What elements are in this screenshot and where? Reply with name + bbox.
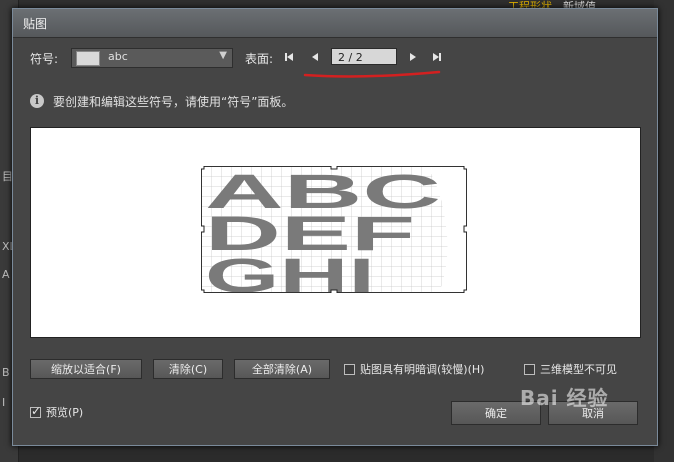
preview-checkbox[interactable]: ✓: [30, 404, 42, 418]
surface-label: 表面:: [245, 52, 274, 66]
resize-handle[interactable]: [463, 225, 467, 233]
resize-handle[interactable]: [330, 289, 338, 293]
shade-artwork-label: 贴图具有明暗调(较慢)(H): [360, 363, 485, 376]
background-letter: B: [2, 366, 10, 379]
resize-handle[interactable]: [201, 225, 205, 233]
shade-artwork-checkbox[interactable]: [344, 364, 355, 375]
resize-handle[interactable]: [330, 166, 338, 170]
clear-all-button[interactable]: 全部清除(A): [234, 359, 330, 379]
resize-handle[interactable]: [201, 166, 205, 170]
invisible-geometry-label: 三维模型不可见: [540, 363, 617, 376]
surface-page-field[interactable]: 2 / 2: [331, 48, 397, 65]
background-letter: A: [2, 268, 10, 281]
fit-button[interactable]: 缩放以适合(F): [30, 359, 142, 379]
clear-button[interactable]: 清除(C): [153, 359, 223, 379]
preview-label: 预览(P): [46, 406, 84, 419]
artwork-preview-area[interactable]: ABC DEF GHI: [30, 127, 641, 338]
background-letter: I: [2, 396, 6, 409]
symbol-select[interactable]: abc ▼: [71, 48, 233, 68]
resize-handle[interactable]: [463, 166, 467, 170]
symbol-label: 符号:: [30, 52, 59, 66]
dialog-title: 贴图: [23, 17, 48, 31]
map-art-dialog: 贴图 符号: abc ▼ 表面: 2 / 2 i 要创建和编辑这些符号，请使用“…: [12, 8, 658, 446]
resize-handle[interactable]: [463, 289, 467, 293]
mapped-artwork[interactable]: ABC DEF GHI: [201, 166, 467, 293]
previous-surface-icon[interactable]: [309, 51, 321, 63]
symbol-select-value: abc: [108, 50, 128, 63]
dialog-titlebar[interactable]: 贴图: [13, 9, 657, 38]
checkmark-icon: ✓: [31, 404, 42, 418]
red-annotation-underline: [303, 70, 441, 78]
art-line-3: GHI: [205, 250, 375, 293]
symbol-swatch: [76, 51, 100, 66]
chevron-down-icon: ▼: [219, 50, 227, 61]
info-icon: i: [30, 94, 44, 108]
next-surface-icon[interactable]: [407, 51, 419, 63]
info-message: 要创建和编辑这些符号，请使用“符号”面板。: [53, 95, 294, 109]
watermark: Bai 经验: [520, 386, 609, 410]
first-surface-icon[interactable]: [283, 51, 295, 63]
resize-handle[interactable]: [201, 289, 205, 293]
invisible-geometry-checkbox[interactable]: [524, 364, 535, 375]
last-surface-icon[interactable]: [431, 51, 443, 63]
